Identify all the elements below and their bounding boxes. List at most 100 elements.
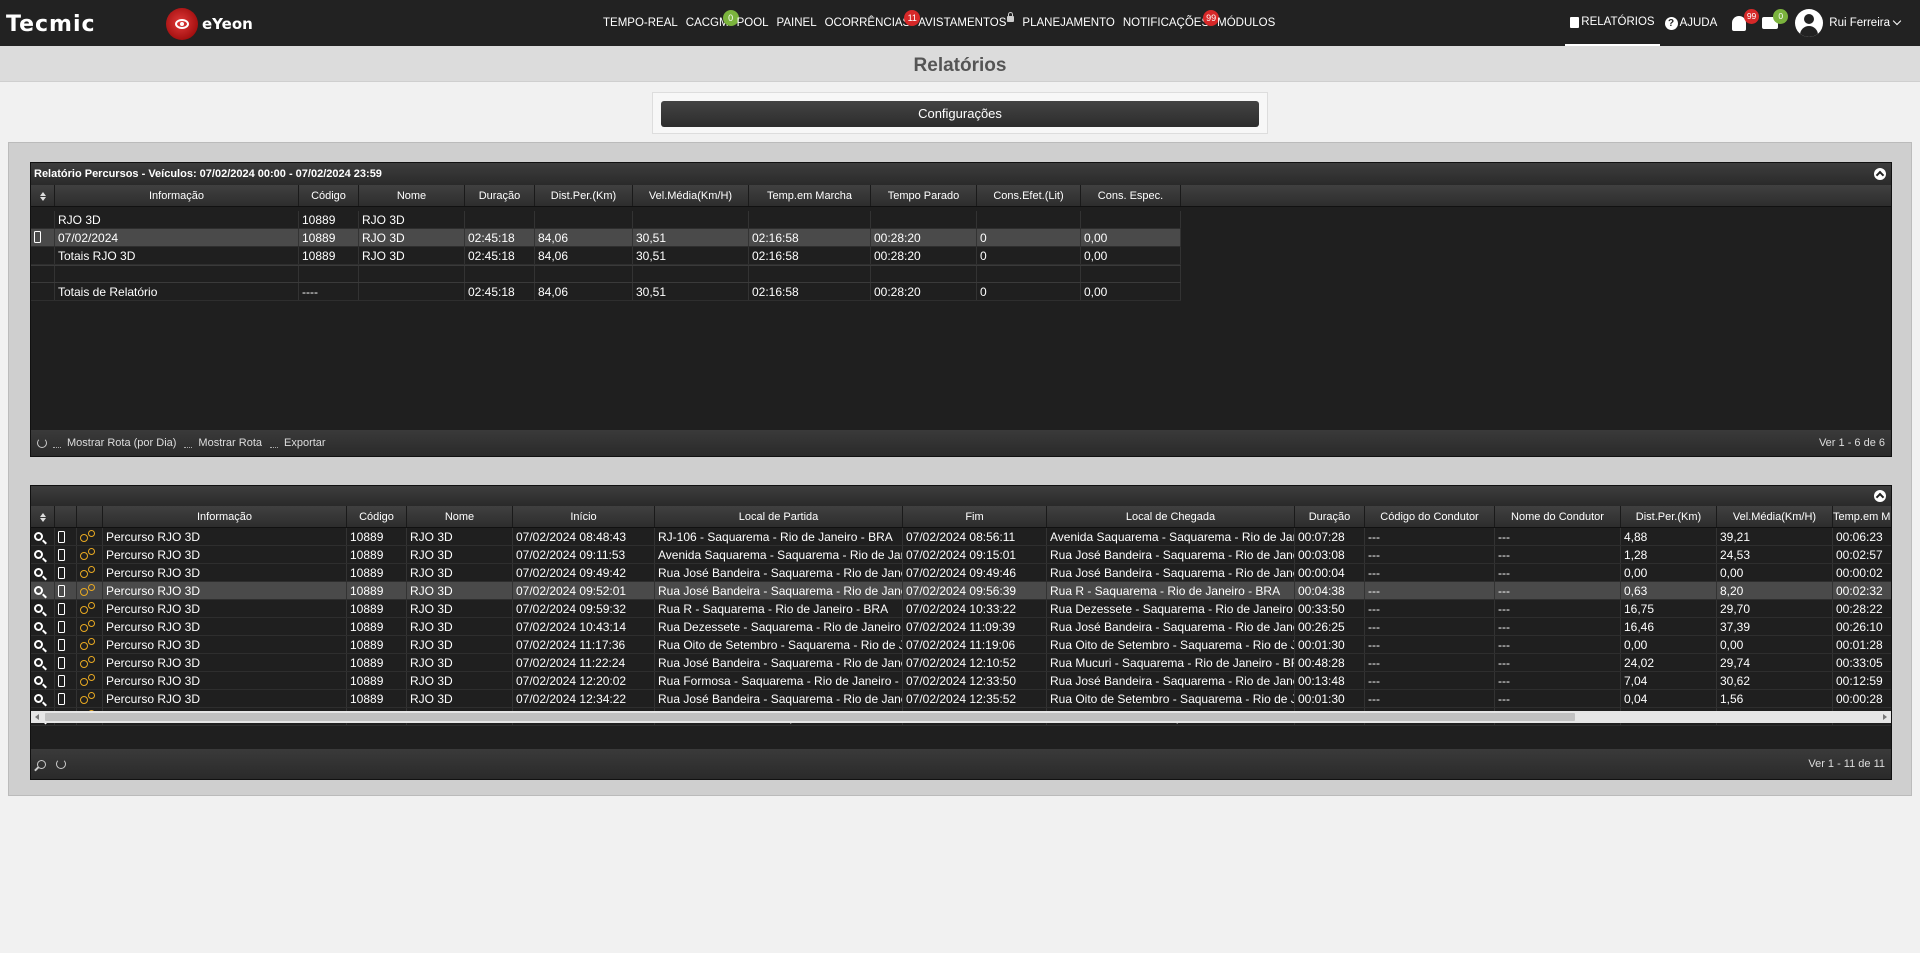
table-row[interactable]: RJO 3D 10889 RJO 3D [31, 211, 1181, 229]
row-action-cell[interactable] [77, 600, 103, 617]
scroll-right-icon[interactable] [1883, 714, 1887, 720]
row-action-cell[interactable] [31, 654, 55, 671]
nav-item-avistamentos[interactable]: AVISTAMENTOS [914, 0, 1018, 46]
table-row[interactable]: Percurso RJO 3D 10889 RJO 3D 07/02/2024 11:… [31, 636, 1891, 654]
nav-item-modulos[interactable]: MÓDULOS [1213, 0, 1279, 46]
nav-item-cacgm[interactable]: CACGM 0 [682, 0, 739, 46]
eyeon-logo[interactable]: eYeon [166, 8, 253, 40]
table-row[interactable]: Percurso RJO 3D 10889 RJO 3D 07/02/2024 11:… [31, 654, 1891, 672]
column-header-codigo-do-condutor[interactable]: Código do Condutor [1365, 506, 1495, 527]
table-row[interactable]: Totais de Relatório ---- 02:45:18 84,06 30,5… [31, 283, 1181, 301]
nav-item-pool[interactable]: POOL [733, 0, 773, 46]
column-header-codigo[interactable]: Código [299, 185, 359, 206]
column-header-local-de-chegada[interactable]: Local de Chegada [1047, 506, 1295, 527]
column-header-vel-media-km-h[interactable]: Vel.Média(Km/H) [1717, 506, 1833, 527]
column-header-col-2[interactable] [77, 506, 103, 527]
row-action-cell[interactable] [77, 618, 103, 635]
configuracoes-button[interactable]: Configurações [661, 101, 1259, 127]
column-header-cons-efet-lit[interactable]: Cons.Efet.(Lit) [977, 185, 1081, 206]
table-row[interactable]: Percurso RJO 3D 10889 RJO 3D 07/02/2024 09:… [31, 582, 1891, 600]
column-header-sort[interactable] [31, 185, 55, 206]
table-row[interactable]: Percurso RJO 3D 10889 RJO 3D 07/02/2024 09:… [31, 546, 1891, 564]
table-row[interactable]: Percurso RJO 3D 10889 RJO 3D 07/02/2024 12:… [31, 690, 1891, 708]
column-header-col-0[interactable] [31, 506, 55, 527]
row-action-cell[interactable] [31, 546, 55, 563]
column-header-cons-espec[interactable]: Cons. Espec. [1081, 185, 1181, 206]
refresh-icon[interactable] [37, 438, 47, 448]
table-row[interactable]: 07/02/2024 10889 RJO 3D 02:45:18 84,06 30,51 0… [31, 229, 1181, 247]
table-row[interactable]: Percurso RJO 3D 10889 RJO 3D 07/02/2024 12:… [31, 672, 1891, 690]
column-header-temp-em-marcha[interactable]: Temp.em Marcha [1833, 506, 1891, 527]
messages-mail[interactable]: 0 [1756, 0, 1790, 46]
refresh-icon[interactable] [56, 759, 66, 769]
collapse-icon[interactable] [1874, 490, 1886, 502]
row-action-cell[interactable] [31, 636, 55, 653]
nav-relatorios[interactable]: RELATÓRIOS [1565, 0, 1660, 46]
row-action-cell[interactable] [55, 528, 77, 545]
row-action-cell[interactable] [55, 636, 77, 653]
column-header-inicio[interactable]: Início [513, 506, 655, 527]
nav-item-notificacoes[interactable]: NOTIFICAÇÕES 99 [1119, 0, 1220, 46]
row-action-cell[interactable] [31, 600, 55, 617]
row-action-cell[interactable] [77, 690, 103, 707]
pager-button-mostrar-rota[interactable]: Mostrar Rota [184, 430, 262, 456]
table-row[interactable]: Percurso RJO 3D 10889 RJO 3D 07/02/2024 10:… [31, 618, 1891, 636]
column-header-fim[interactable]: Fim [903, 506, 1047, 527]
column-header-informacao[interactable]: Informação [55, 185, 299, 206]
column-header-dist-per-km[interactable]: Dist.Per.(Km) [535, 185, 633, 206]
row-action-cell[interactable] [55, 564, 77, 581]
row-action-cell[interactable] [31, 528, 55, 545]
row-action-cell[interactable] [55, 654, 77, 671]
table-row[interactable]: Percurso RJO 3D 10889 RJO 3D 07/02/2024 09:… [31, 564, 1891, 582]
table-row[interactable]: Percurso RJO 3D 10889 RJO 3D 07/02/2024 09:… [31, 600, 1891, 618]
column-header-local-de-partida[interactable]: Local de Partida [655, 506, 903, 527]
nav-ajuda[interactable]: ? AJUDA [1660, 0, 1723, 46]
user-menu[interactable]: Rui Ferreira [1790, 0, 1920, 46]
horizontal-scrollbar[interactable] [31, 711, 1891, 723]
search-icon[interactable] [37, 759, 46, 769]
row-action-cell[interactable] [77, 582, 103, 599]
row-action-cell[interactable] [77, 528, 103, 545]
column-header-vel-media-km-h[interactable]: Vel.Média(Km/H) [633, 185, 749, 206]
row-action-cell[interactable] [77, 546, 103, 563]
column-header-dist-per-km[interactable]: Dist.Per.(Km) [1621, 506, 1717, 527]
row-action-cell[interactable] [55, 672, 77, 689]
row-action-cell[interactable] [55, 582, 77, 599]
column-header-duracao[interactable]: Duração [465, 185, 535, 206]
table-row[interactable]: Percurso RJO 3D 10889 RJO 3D 07/02/2024 08:… [31, 528, 1891, 546]
collapse-icon[interactable] [1874, 168, 1886, 180]
row-action-cell[interactable] [77, 564, 103, 581]
nav-item-tempo-real[interactable]: TEMPO-REAL [599, 0, 682, 46]
nav-item-painel[interactable]: PAINEL [773, 0, 821, 46]
row-action-cell[interactable] [55, 600, 77, 617]
column-header-temp-em-marcha[interactable]: Temp.em Marcha [749, 185, 871, 206]
row-action-cell[interactable] [31, 690, 55, 707]
row-action-cell[interactable] [55, 690, 77, 707]
row-action-cell[interactable] [77, 636, 103, 653]
table-row[interactable] [31, 265, 1181, 283]
scroll-thumb[interactable] [45, 713, 1575, 721]
table-row[interactable]: Totais RJO 3D 10889 RJO 3D 02:45:18 84,06 30,… [31, 247, 1181, 265]
tecmic-logo[interactable]: Tecmic [6, 12, 96, 37]
pager-button-mostrar-rota-por-dia[interactable]: Mostrar Rota (por Dia) [53, 430, 176, 456]
row-action-cell[interactable] [31, 618, 55, 635]
row-action-cell[interactable] [55, 618, 77, 635]
column-header-col-1[interactable] [55, 506, 77, 527]
nav-item-planejamento[interactable]: PLANEJAMENTO [1018, 0, 1118, 46]
column-header-duracao[interactable]: Duração [1295, 506, 1365, 527]
notifications-bell[interactable]: 99 [1722, 0, 1760, 46]
nav-item-ocorrencias[interactable]: OCORRÊNCIAS 11 [821, 0, 921, 46]
row-action-cell[interactable] [77, 672, 103, 689]
column-header-tempo-parado[interactable]: Tempo Parado [871, 185, 977, 206]
row-action-cell[interactable] [77, 654, 103, 671]
row-action-cell[interactable] [55, 546, 77, 563]
column-header-nome[interactable]: Nome [407, 506, 513, 527]
pager-button-exportar[interactable]: Exportar [270, 430, 326, 456]
column-header-codigo[interactable]: Código [347, 506, 407, 527]
row-action-cell[interactable] [31, 672, 55, 689]
scroll-left-icon[interactable] [35, 714, 39, 720]
column-header-informacao[interactable]: Informação [103, 506, 347, 527]
column-header-nome[interactable]: Nome [359, 185, 465, 206]
row-action-cell[interactable] [31, 582, 55, 599]
row-action-cell[interactable] [31, 564, 55, 581]
